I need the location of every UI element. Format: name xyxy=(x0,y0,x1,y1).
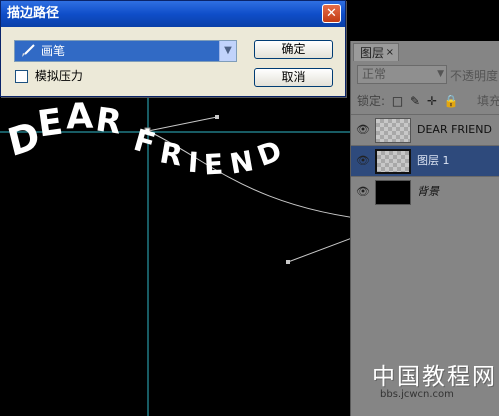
art-text-letter: I xyxy=(186,145,200,180)
layer-name: 图层 1 xyxy=(417,154,450,167)
blend-mode-value: 正常 xyxy=(362,67,387,81)
lock-row: 锁定: □ ✎ ✛ 🔒 xyxy=(357,92,459,109)
blend-mode-select[interactable]: 正常 ▼ xyxy=(357,65,447,84)
art-text-letter: E xyxy=(35,101,66,146)
site-watermark: 中国教程网 bbs.jcwcn.com xyxy=(372,357,497,400)
brush-icon xyxy=(22,44,35,57)
layer-row[interactable]: 👁 DEAR FRIEND xyxy=(351,114,499,145)
layer-thumbnail xyxy=(375,149,411,174)
tool-select[interactable]: 画笔 ▼ xyxy=(14,40,237,62)
art-text-letter: R xyxy=(93,99,125,142)
cancel-button[interactable]: 取消 xyxy=(254,68,333,87)
ok-button[interactable]: 确定 xyxy=(254,40,333,59)
handle-point xyxy=(215,115,219,119)
tab-layers-label: 图层 xyxy=(360,46,385,60)
layer-thumbnail xyxy=(375,118,411,143)
stroke-path-dialog: 描边路径 ✕ 画笔 ▼ 模拟压力 确定 取消 xyxy=(0,0,346,97)
layer-name: 背景 xyxy=(417,185,439,198)
tab-layers[interactable]: 图层 × xyxy=(353,43,399,61)
layer-row[interactable]: 👁 图层 1 xyxy=(351,145,499,176)
art-text-letter: E xyxy=(203,147,224,182)
handle-point xyxy=(286,260,290,264)
art-text-letter: A xyxy=(65,96,94,138)
dialog-title: 描边路径 xyxy=(7,6,60,21)
lock-all-icon[interactable]: 🔒 xyxy=(444,94,459,108)
layer-name: DEAR FRIEND xyxy=(417,123,492,136)
fill-label: 填充 xyxy=(477,94,499,108)
tool-select-value: 画笔 xyxy=(41,44,66,58)
dialog-titlebar[interactable]: 描边路径 ✕ xyxy=(1,1,345,27)
eye-icon[interactable]: 👁 xyxy=(354,152,372,170)
layer-thumbnail xyxy=(375,180,411,205)
lock-label: 锁定: xyxy=(357,94,386,108)
watermark-title: 中国教程网 xyxy=(372,364,497,390)
chevron-down-icon: ▼ xyxy=(437,69,444,79)
lock-transparent-icon[interactable]: □ xyxy=(392,94,403,108)
simulate-pressure-label: 模拟压力 xyxy=(34,69,83,83)
art-text-letter: N xyxy=(227,144,257,181)
simulate-pressure-checkbox[interactable] xyxy=(15,70,28,83)
eye-icon[interactable]: 👁 xyxy=(354,121,372,139)
eye-icon[interactable]: 👁 xyxy=(354,183,372,201)
simulate-pressure-option[interactable]: 模拟压力 xyxy=(15,69,83,83)
chevron-down-icon[interactable]: ▼ xyxy=(219,41,236,61)
lock-image-icon[interactable]: ✎ xyxy=(410,94,420,108)
opacity-label: 不透明度 xyxy=(450,69,499,83)
layer-row[interactable]: 👁 背景 xyxy=(351,176,499,207)
lock-position-icon[interactable]: ✛ xyxy=(427,94,437,108)
close-icon[interactable]: × xyxy=(386,44,394,62)
close-button[interactable]: ✕ xyxy=(322,4,341,23)
